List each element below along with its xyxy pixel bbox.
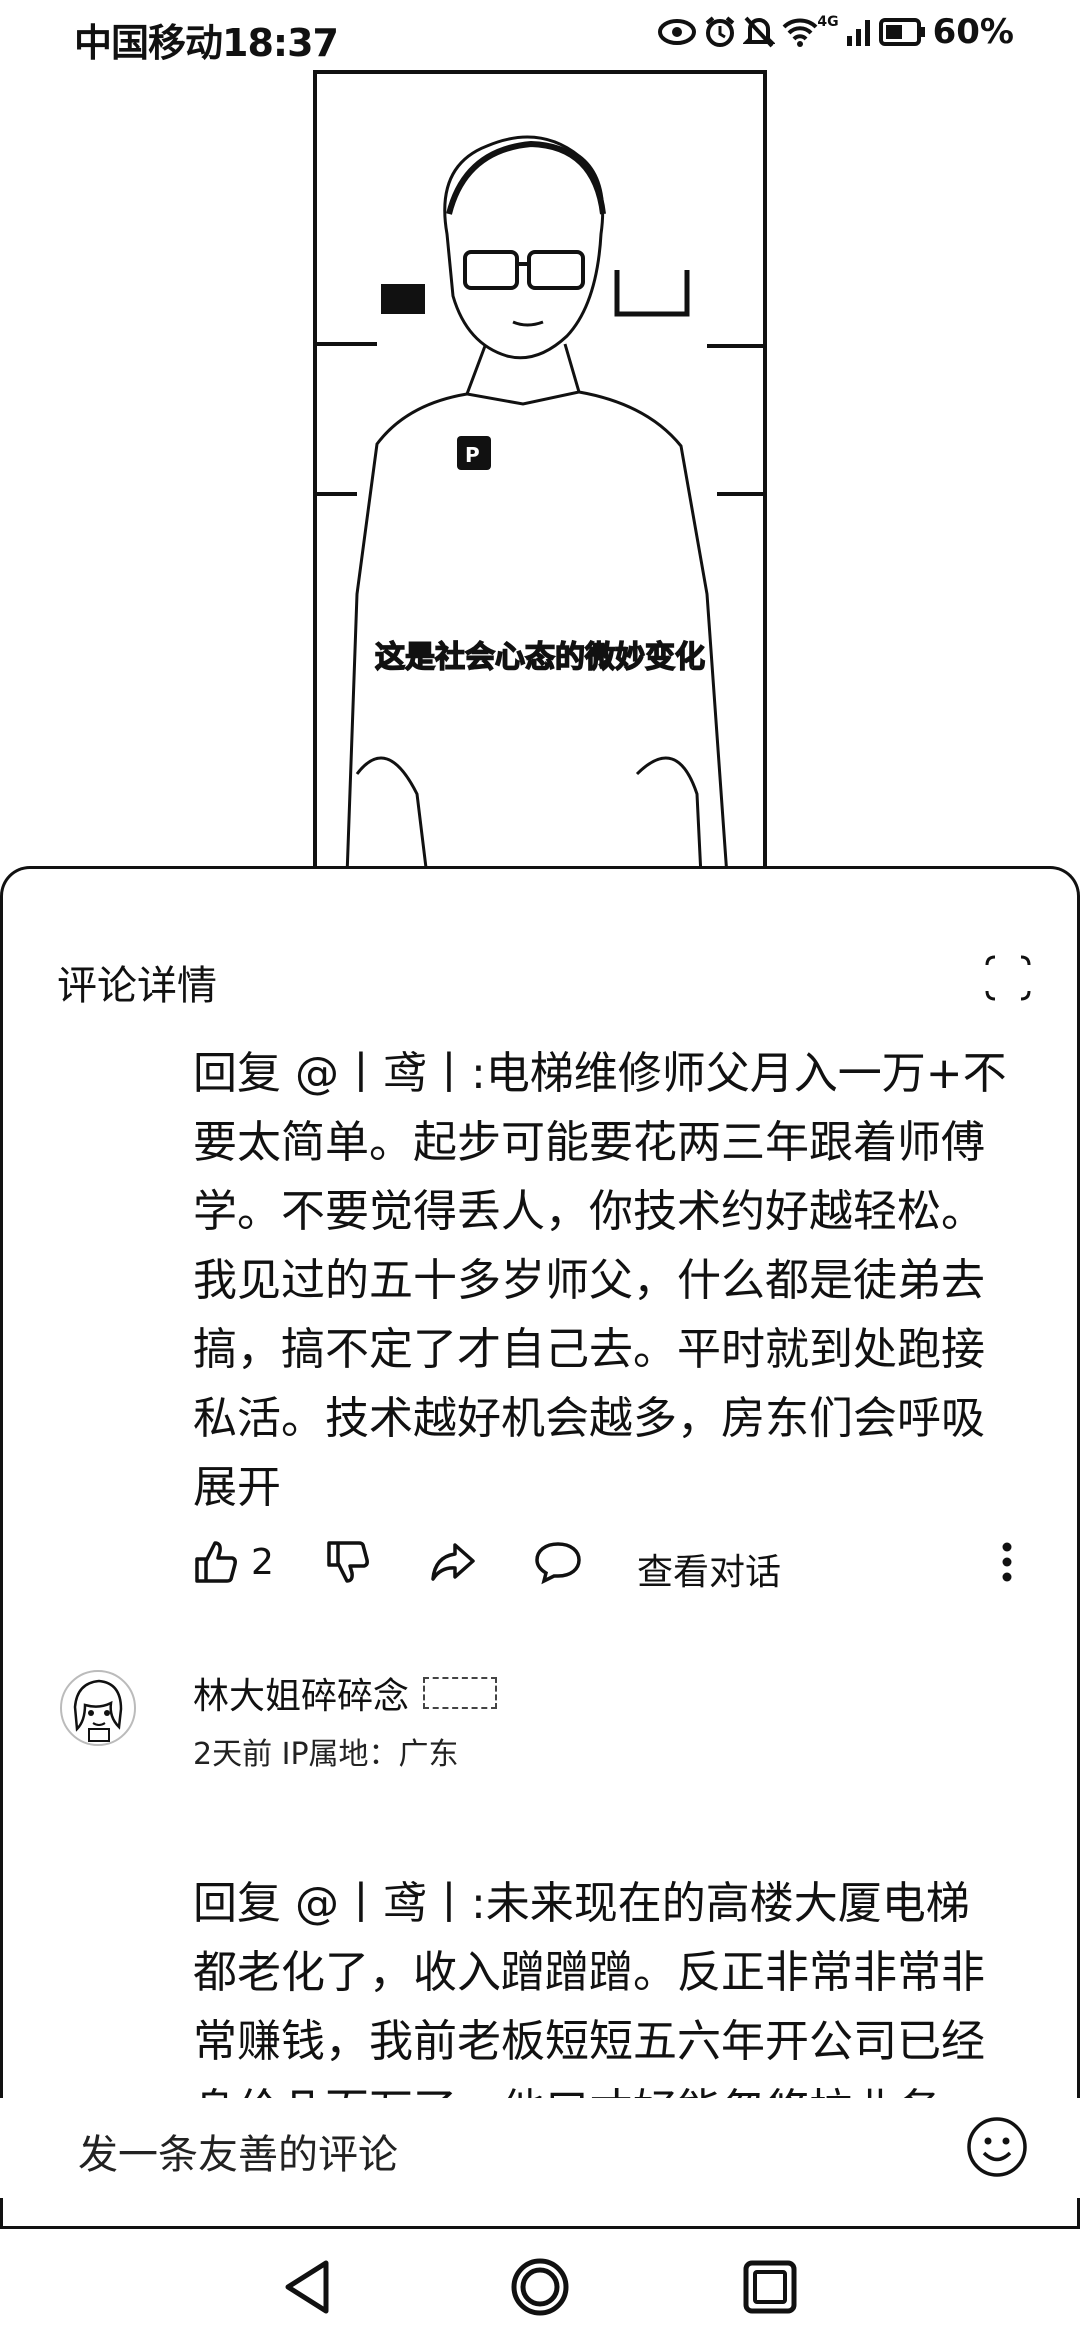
more-options-button[interactable]: [999, 1539, 1015, 1585]
like-count: 2: [251, 1541, 274, 1583]
presenter-figure: P: [317, 135, 763, 876]
carrier-label: 中国移动: [74, 21, 223, 65]
recents-square-icon[interactable]: [738, 2255, 802, 2319]
comment-actions: 2 查看对话: [193, 1539, 1038, 1603]
reply-button[interactable]: [533, 1539, 583, 1585]
eye-icon: [658, 19, 697, 45]
network-type: 4G: [817, 14, 839, 30]
alarm-icon: [706, 16, 735, 47]
vertical-dots-icon: [1002, 1542, 1012, 1582]
battery-icon: [878, 18, 925, 46]
status-bar: 中国移动18:37 4G 60%: [0, 0, 1080, 76]
collapse-corners-icon[interactable]: [985, 955, 1031, 1001]
comment-body: 回复 @丨鸢丨:电梯维修师父月入一万+不 要太简单。起步可能要花两三年跟着师傅 …: [193, 1039, 1023, 1522]
battery-percent: 60%: [932, 12, 1014, 52]
svg-text:P: P: [465, 443, 480, 467]
system-nav-bar: [0, 2226, 1080, 2340]
share-arrow-icon: [431, 1543, 475, 1581]
comment-line: 要太简单。起步可能要花两三年跟着师傅: [193, 1117, 985, 1168]
comment-line: 回复 @丨鸢丨:未来现在的高楼大厦电梯: [193, 1878, 970, 1929]
comment-line: 常赚钱，我前老板短短五六年开公司已经: [193, 2016, 985, 2067]
share-button[interactable]: [429, 1539, 477, 1585]
carrier-time: 中国移动18:37: [74, 12, 339, 67]
view-conversation-link[interactable]: 查看对话: [637, 1543, 781, 1595]
author-name: 林大姐碎碎念: [193, 1676, 410, 1717]
comment-meta: 2天前 IP属地：广东: [193, 1737, 459, 1772]
comment-line: 搞，搞不定了才自己去。平时就到处跑接: [193, 1324, 985, 1375]
comment-line: 都老化了，收入蹭蹭蹭。反正非常非常非: [193, 1947, 985, 1998]
smiley-icon[interactable]: [966, 2116, 1028, 2178]
comment-line: 私活。技术越好机会越多，房东们会呼吸: [193, 1393, 985, 1444]
commenter-name[interactable]: 林大姐碎碎念: [193, 1667, 498, 1719]
comment-line: 回复 @丨鸢丨:电梯维修师父月入一万+不: [193, 1048, 1007, 1099]
thumbs-up-icon: [195, 1541, 237, 1583]
avatar[interactable]: [59, 1669, 137, 1747]
thumbs-down-icon: [327, 1541, 369, 1583]
dislike-button[interactable]: [325, 1539, 371, 1585]
video-player[interactable]: P 这是社会心态的微妙变化: [313, 70, 767, 880]
home-circle-icon[interactable]: [508, 2255, 572, 2319]
user-badge: [423, 1677, 498, 1709]
video-subtitle: 这是社会心态的微妙变化: [374, 639, 706, 676]
comment-line: 我见过的五十多岁师父，什么都是徒弟去: [193, 1255, 985, 1306]
signal-icon: [846, 20, 870, 46]
wifi-icon: [782, 18, 818, 47]
status-icons: 4G 60%: [657, 12, 1014, 52]
like-button[interactable]: 2: [193, 1539, 274, 1585]
comment-input-bar[interactable]: 发一条友善的评论: [0, 2098, 1080, 2198]
sheet-title: 评论详情: [57, 963, 217, 1009]
mute-bell-icon: [743, 16, 776, 48]
comment-bubble-icon: [535, 1542, 581, 1585]
comment-input-placeholder[interactable]: 发一条友善的评论: [78, 2122, 398, 2180]
expand-link[interactable]: 展开: [193, 1453, 1023, 1522]
clock: 18:37: [222, 21, 339, 65]
comment-detail-sheet: 评论详情 回复 @丨鸢丨:电梯维修师父月入一万+不 要太简单。起步可能要花两三年…: [0, 866, 1080, 2226]
back-triangle-icon[interactable]: [276, 2255, 340, 2319]
comment-line: 学。不要觉得丢人，你技术约好越轻松。: [193, 1186, 985, 1237]
